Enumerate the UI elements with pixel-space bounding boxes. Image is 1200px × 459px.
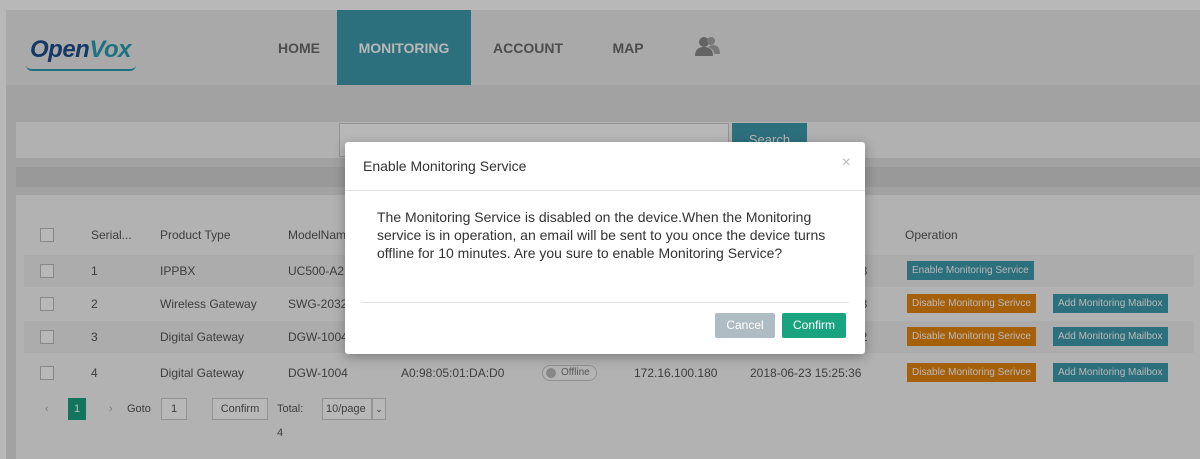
enable-monitoring-dialog: Enable Monitoring Service × The Monitori… — [345, 142, 865, 354]
app-root: OpenVox HOME MONITORING ACCOUNT MAP Sear… — [0, 0, 1200, 459]
confirm-button[interactable]: Confirm — [782, 313, 846, 338]
cancel-button[interactable]: Cancel — [715, 313, 775, 338]
dialog-divider — [345, 190, 865, 191]
dialog-message: The Monitoring Service is disabled on th… — [377, 209, 826, 261]
dialog-title: Enable Monitoring Service — [363, 158, 527, 174]
close-icon[interactable]: × — [842, 154, 851, 172]
dialog-footer-divider — [361, 302, 849, 303]
